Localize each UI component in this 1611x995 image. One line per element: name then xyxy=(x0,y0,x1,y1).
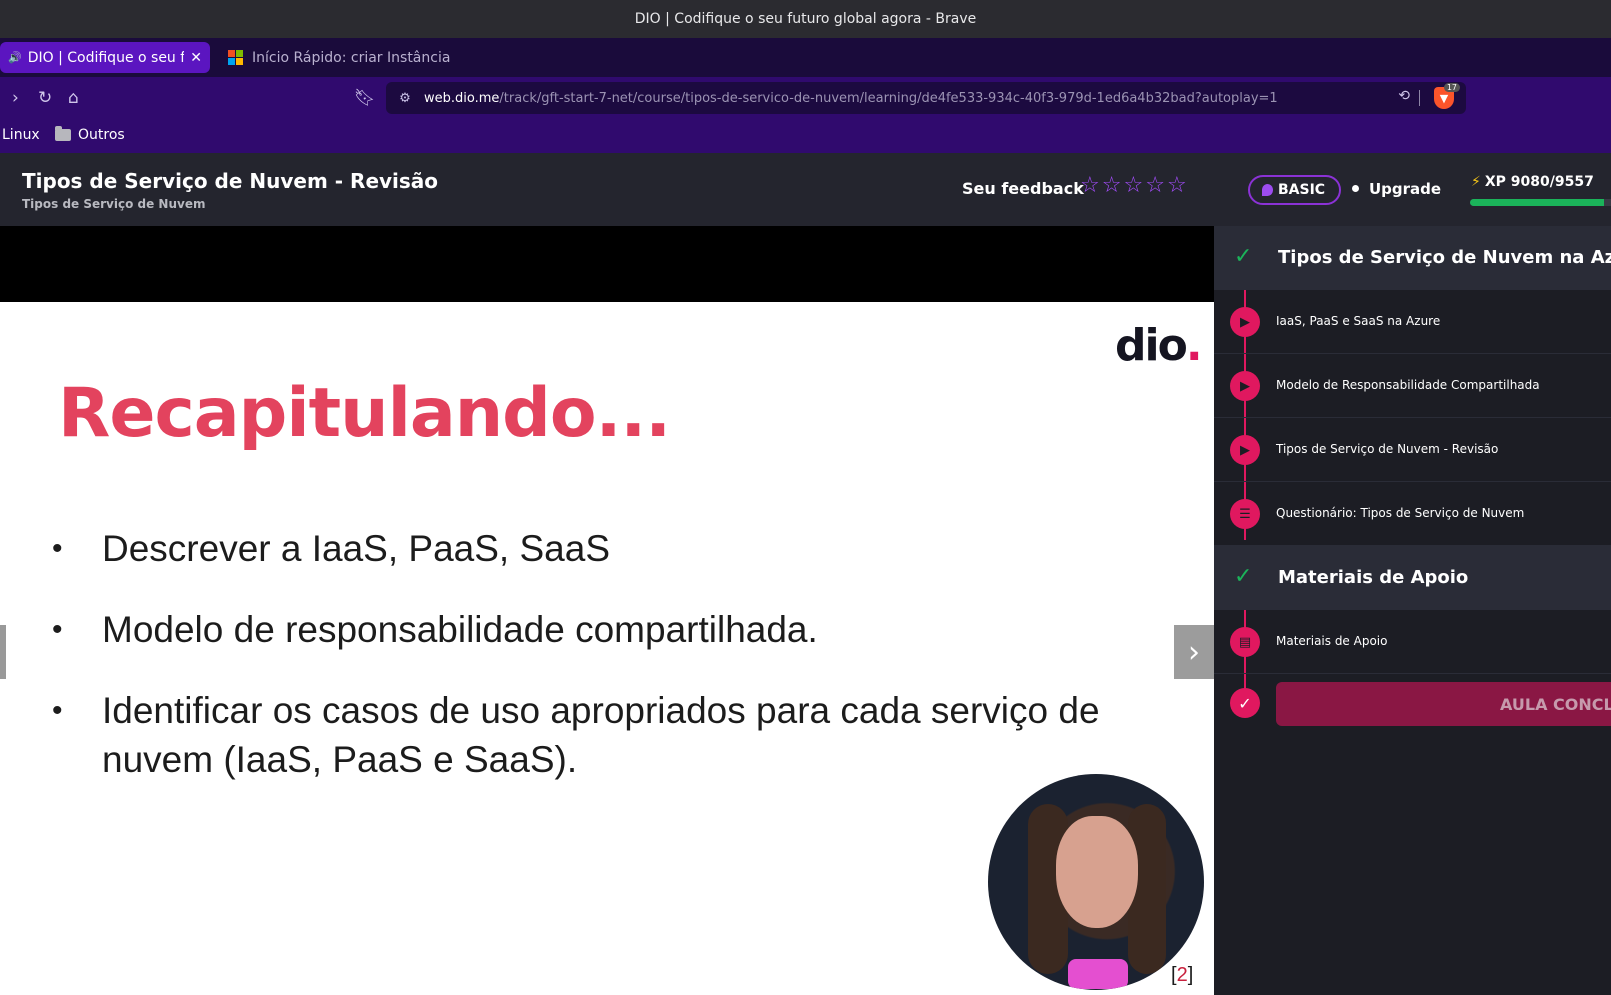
chevron-right-icon: › xyxy=(1188,634,1200,670)
lightning-icon: ⚡ xyxy=(1471,174,1481,190)
list-icon: ☰ xyxy=(1230,499,1260,529)
close-icon[interactable]: ✕ xyxy=(190,50,202,66)
document-icon: ▤ xyxy=(1230,627,1260,657)
tab-title: DIO | Codifique o seu futuro global agor… xyxy=(27,49,185,66)
tab-dio[interactable]: 🔊 DIO | Codifique o seu futuro global ag… xyxy=(0,42,210,73)
lesson-header: Tipos de Serviço de Nuvem - Revisão Tipo… xyxy=(0,153,1214,226)
tab-azure-quickstart[interactable]: Início Rápido: criar Instância C xyxy=(220,42,460,73)
lesson-item[interactable]: ☰ Questionário: Tipos de Serviço de Nuve… xyxy=(1214,482,1611,546)
slide-bullet: Identificar os casos de uso apropriados … xyxy=(52,686,1152,784)
slide-bullet-list: Descrever a IaaS, PaaS, SaaS Modelo de r… xyxy=(52,524,1152,816)
slide-heading: Recapitulando... xyxy=(58,374,671,453)
plan-drop-icon xyxy=(1262,184,1273,196)
play-icon: ▶ xyxy=(1230,435,1260,465)
previous-slide-button[interactable] xyxy=(0,625,6,679)
star-icon[interactable]: ☆ xyxy=(1080,175,1100,197)
folder-icon xyxy=(55,126,71,141)
window-title-bar: DIO | Codifique o seu futuro global agor… xyxy=(0,0,1611,38)
bookmarks-bar: Linux Outros xyxy=(0,119,1611,153)
upgrade-link[interactable]: Upgrade xyxy=(1369,180,1441,198)
section-header[interactable]: ✓ Tipos de Serviço de Nuvem na Azure xyxy=(1214,226,1611,290)
lesson-subtitle: Tipos de Serviço de Nuvem xyxy=(22,197,206,211)
xp-counter: ⚡ XP 9080/9557 xyxy=(1471,174,1594,190)
lesson-title: Tipos de Serviço de Nuvem - Revisão xyxy=(22,169,439,193)
lesson-complete-row: ✓ AULA CONCLU xyxy=(1214,676,1611,734)
url-path: /track/gft-start-7-net/course/tipos-de-s… xyxy=(499,90,1278,106)
dio-logo: dio. xyxy=(1115,320,1202,371)
slide-bullet: Descrever a IaaS, PaaS, SaaS xyxy=(52,524,1152,573)
video-letterbox xyxy=(0,226,1214,302)
home-icon[interactable]: ⌂ xyxy=(68,88,79,108)
speaker-icon[interactable]: 🔊 xyxy=(8,51,22,64)
section-header[interactable]: ✓ Materiais de Apoio xyxy=(1214,546,1611,610)
star-icon[interactable]: ☆ xyxy=(1123,175,1143,197)
bookmark-folder-outros[interactable]: Outros xyxy=(55,126,125,143)
instructor-webcam xyxy=(988,774,1204,990)
video-player[interactable]: dio. Recapitulando... Descrever a IaaS, … xyxy=(0,302,1214,995)
address-bar[interactable]: ⚙ web.dio.me/track/gft-start-7-net/cours… xyxy=(386,82,1466,114)
window-title: DIO | Codifique o seu futuro global agor… xyxy=(634,11,977,27)
slide-page-number: [2] xyxy=(1171,964,1194,986)
site-settings-icon[interactable]: ⚙ xyxy=(386,91,424,106)
plan-badge[interactable]: BASIC xyxy=(1248,175,1342,205)
history-icon[interactable]: ⟲ xyxy=(1398,88,1410,104)
slide-bullet: Modelo de responsabilidade compartilhada… xyxy=(52,605,1152,654)
star-icon[interactable]: ☆ xyxy=(1102,175,1122,197)
play-icon: ▶ xyxy=(1230,307,1260,337)
browser-toolbar: › ↻ ⌂ 🔖︎ ⚙ web.dio.me/track/gft-start-7-… xyxy=(0,77,1611,119)
bookmark-icon[interactable]: 🔖︎ xyxy=(354,88,376,108)
bookmark-folder-label: Outros xyxy=(78,127,125,143)
star-icon[interactable]: ☆ xyxy=(1145,175,1165,197)
lesson-item[interactable]: ▤ Materiais de Apoio xyxy=(1214,610,1611,674)
check-icon: ✓ xyxy=(1234,564,1253,589)
url-host: web.dio.me xyxy=(424,90,500,106)
check-circle-icon: ✓ xyxy=(1230,688,1260,718)
check-icon: ✓ xyxy=(1234,244,1253,269)
microsoft-logo-icon xyxy=(228,50,243,65)
course-sidebar: ✓ Tipos de Serviço de Nuvem na Azure ▶ I… xyxy=(1214,226,1611,995)
lesson-item[interactable]: ▶ Modelo de Responsabilidade Compartilha… xyxy=(1214,354,1611,418)
lesson-complete-button[interactable]: AULA CONCLU xyxy=(1276,682,1611,726)
account-bar: BASIC Upgrade ⚡ XP 9080/9557 xyxy=(1214,153,1611,226)
play-icon: ▶ xyxy=(1230,371,1260,401)
shields-count-badge: 17 xyxy=(1443,83,1460,92)
toolbar-divider xyxy=(1419,90,1420,106)
forward-icon[interactable]: › xyxy=(12,88,19,108)
star-icon[interactable]: ☆ xyxy=(1167,175,1187,197)
lesson-item[interactable]: ▶ IaaS, PaaS e SaaS na Azure xyxy=(1214,290,1611,354)
feedback-label: Seu feedback xyxy=(962,179,1084,198)
feedback-stars: ☆ ☆ ☆ ☆ ☆ xyxy=(1080,175,1189,197)
reload-icon[interactable]: ↻ xyxy=(38,88,52,108)
separator-dot xyxy=(1352,185,1359,192)
next-slide-button[interactable]: › xyxy=(1174,625,1214,679)
xp-progress-bar xyxy=(1470,199,1611,206)
tab-title: Início Rápido: criar Instância C xyxy=(252,49,452,66)
tab-bar: 🔊 DIO | Codifique o seu futuro global ag… xyxy=(0,38,1611,105)
xp-progress-fill xyxy=(1470,199,1604,206)
bookmark-linux[interactable]: Linux xyxy=(2,127,40,143)
lesson-item[interactable]: ▶ Tipos de Serviço de Nuvem - Revisão xyxy=(1214,418,1611,482)
